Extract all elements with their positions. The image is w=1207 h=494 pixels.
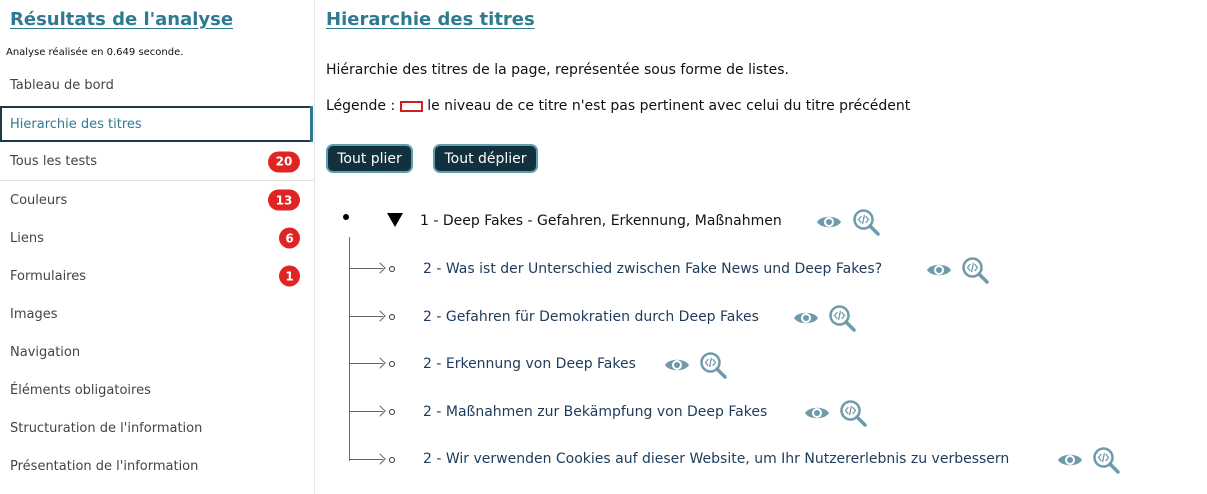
sidebar-item-images[interactable]: Images <box>0 295 315 333</box>
count-badge: 6 <box>279 227 300 249</box>
sidebar-item-label: Liens <box>10 230 44 246</box>
collapse-all-button[interactable]: Tout plier <box>326 144 413 173</box>
sidebar-item-label: Images <box>10 306 58 322</box>
collapse-toggle-icon[interactable] <box>387 213 403 227</box>
eye-icon[interactable] <box>803 399 831 427</box>
eye-icon[interactable] <box>663 351 691 379</box>
eye-icon[interactable] <box>815 208 843 236</box>
heading-h2: 2 - Maßnahmen zur Bekämpfung von Deep Fa… <box>423 404 768 420</box>
heading-h2: 2 - Wir verwenden Cookies auf dieser Web… <box>423 451 1010 467</box>
sidebar: Résultats de l'analyse Analyse réalisée … <box>0 0 315 494</box>
tree-connector <box>349 237 350 461</box>
expand-all-button[interactable]: Tout déplier <box>433 144 538 173</box>
sidebar-item-dashboard[interactable]: Tableau de bord <box>0 66 315 104</box>
sidebar-item-label: Tableau de bord <box>10 77 114 93</box>
page-description: Hiérarchie des titres de la page, représ… <box>326 62 789 78</box>
sidebar-item-label: Couleurs <box>10 192 68 208</box>
eye-icon[interactable] <box>792 304 820 332</box>
count-badge: 20 <box>268 151 300 172</box>
code-search-icon[interactable] <box>1092 446 1120 474</box>
sidebar-item-label: Tous les tests <box>10 154 98 169</box>
code-search-icon[interactable] <box>961 256 989 284</box>
sidebar-item-information-structure[interactable]: Structuration de l'information <box>0 409 315 447</box>
sidebar-item-label: Navigation <box>10 344 81 360</box>
code-search-icon[interactable] <box>699 351 727 379</box>
sidebar-item-links[interactable]: Liens 6 <box>0 219 315 257</box>
sidebar-item-label: Hierarchie des titres <box>10 116 142 132</box>
sidebar-nav: Tableau de bord Hierarchie des titres To… <box>0 66 315 485</box>
count-badge: 1 <box>279 265 300 287</box>
analysis-time: Analyse réalisée en 0.649 seconde. <box>6 47 184 58</box>
eye-icon[interactable] <box>1056 446 1084 474</box>
list-bullet <box>389 314 395 320</box>
heading-h2: 2 - Erkennung von Deep Fakes <box>423 356 636 372</box>
eye-icon[interactable] <box>925 256 953 284</box>
sidebar-item-mandatory-elements[interactable]: Éléments obligatoires <box>0 371 315 409</box>
page-title: Hierarchie des titres <box>326 9 535 30</box>
list-bullet <box>389 409 395 415</box>
list-bullet <box>389 361 395 367</box>
legend-text: le niveau de ce titre n'est pas pertinen… <box>427 98 911 114</box>
code-search-icon[interactable] <box>828 304 856 332</box>
sidebar-item-label: Éléments obligatoires <box>10 382 151 398</box>
list-bullet <box>389 266 395 272</box>
heading-h2: 2 - Gefahren für Demokratien durch Deep … <box>423 309 759 325</box>
legend-swatch <box>400 100 424 112</box>
sidebar-item-heading-hierarchy[interactable]: Hierarchie des titres <box>0 106 313 142</box>
tree-arrow <box>349 268 383 269</box>
sidebar-item-navigation[interactable]: Navigation <box>0 333 315 371</box>
sidebar-title: Résultats de l'analyse <box>10 9 234 30</box>
tree-arrow <box>349 459 383 460</box>
sidebar-item-forms[interactable]: Formulaires 1 <box>0 257 315 295</box>
list-bullet <box>343 214 349 220</box>
sidebar-item-colors[interactable]: Couleurs 13 <box>0 181 315 219</box>
list-bullet <box>389 457 395 463</box>
code-search-icon[interactable] <box>839 399 867 427</box>
heading-h1: 1 - Deep Fakes - Gefahren, Erkennung, Ma… <box>420 213 782 229</box>
heading-h2: 2 - Was ist der Unterschied zwischen Fak… <box>423 261 883 277</box>
legend: Légende : le niveau de ce titre n'est pa… <box>326 98 910 114</box>
sidebar-item-information-presentation[interactable]: Présentation de l'information <box>0 447 315 485</box>
sidebar-item-label: Présentation de l'information <box>10 458 199 474</box>
tree-arrow <box>349 316 383 317</box>
code-search-icon[interactable] <box>852 208 880 236</box>
tree-arrow <box>349 363 383 364</box>
sidebar-item-all-tests[interactable]: Tous les tests 20 <box>0 143 315 181</box>
count-badge: 13 <box>268 189 300 211</box>
sidebar-item-label: Structuration de l'information <box>10 420 203 436</box>
legend-prefix: Légende : <box>326 98 396 114</box>
tree-arrow <box>349 411 383 412</box>
sidebar-item-label: Formulaires <box>10 268 87 284</box>
